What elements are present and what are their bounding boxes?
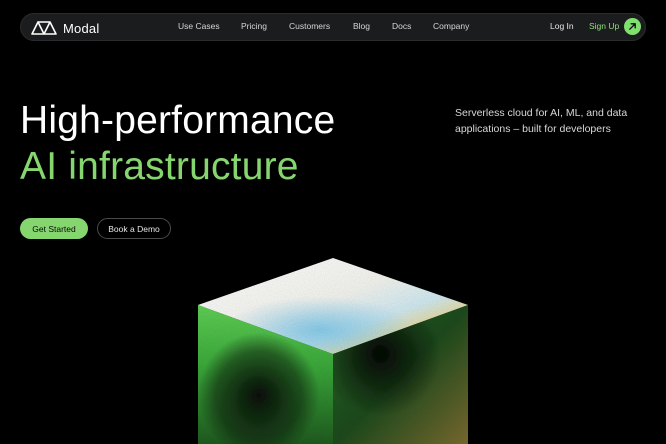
signup-link[interactable]: Sign Up [589,21,619,31]
nav-link-docs[interactable]: Docs [392,21,411,31]
page: Modal Use Cases Pricing Customers Blog D… [0,0,666,444]
nav-link-pricing[interactable]: Pricing [241,21,267,31]
login-link[interactable]: Log In [550,21,574,31]
nav-link-customers[interactable]: Customers [289,21,330,31]
nav-link-blog[interactable]: Blog [353,21,370,31]
top-nav: Modal Use Cases Pricing Customers Blog D… [20,13,646,41]
signup-button[interactable] [624,18,641,35]
book-demo-button[interactable]: Book a Demo [97,218,171,239]
get-started-button[interactable]: Get Started [20,218,88,239]
nav-link-company[interactable]: Company [433,21,469,31]
nav-link-use-cases[interactable]: Use Cases [178,21,220,31]
hero-title-accent: AI infrastructure [20,145,299,188]
hero-cube-graphic [190,250,480,444]
hero-title: High-performance [20,99,336,142]
hero-subtitle: Serverless cloud for AI, ML, and data ap… [455,107,628,135]
cube-illustration [198,258,468,444]
arrow-up-right-icon [629,23,636,30]
